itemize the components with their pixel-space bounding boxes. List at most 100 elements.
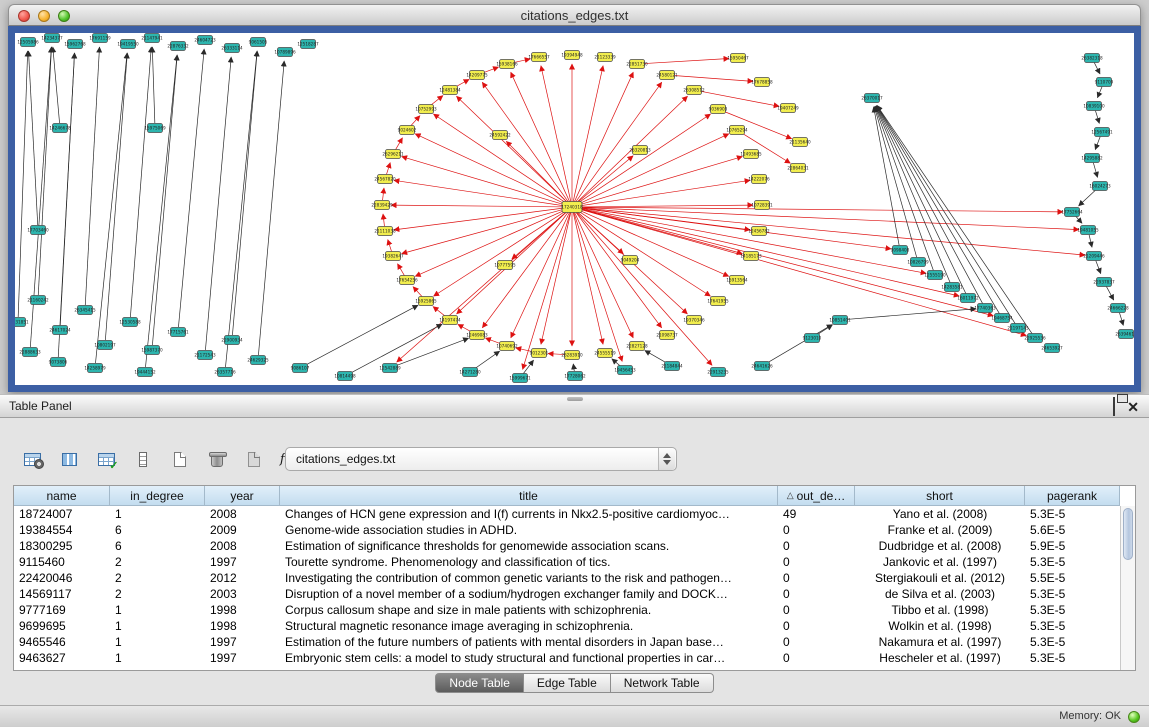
- network-node[interactable]: 22925536: [1024, 334, 1046, 343]
- network-node[interactable]: 9098408: [891, 246, 910, 255]
- network-node[interactable]: 24617024: [49, 326, 71, 335]
- vertical-scrollbar[interactable]: [1120, 506, 1135, 670]
- network-node[interactable]: 14185173: [740, 252, 762, 261]
- network-node[interactable]: 12542889: [379, 364, 401, 373]
- network-node[interactable]: 12555190: [924, 271, 946, 280]
- network-node[interactable]: 14209775: [466, 71, 488, 80]
- network-node[interactable]: 12469083: [466, 331, 488, 340]
- table-row[interactable]: 946554611997Estimation of the future num…: [14, 634, 1135, 650]
- network-node[interactable]: 10728391: [751, 201, 773, 210]
- network-node[interactable]: 10826799: [907, 258, 929, 267]
- network-node[interactable]: 26308512: [683, 86, 705, 95]
- network-node[interactable]: 15987370: [141, 346, 163, 355]
- tab-node-table[interactable]: Node Table: [435, 673, 524, 693]
- network-node[interactable]: 16011972: [957, 294, 979, 303]
- network-node[interactable]: 24567820: [374, 175, 396, 184]
- network-node[interactable]: 17740363: [974, 304, 996, 313]
- network-node[interactable]: 19456453: [614, 366, 636, 375]
- network-node[interactable]: 19444152: [134, 368, 156, 377]
- network-node[interactable]: 26370017: [861, 94, 883, 103]
- network-node[interactable]: 15962768: [64, 40, 86, 49]
- network-node[interactable]: 26345415: [74, 306, 96, 315]
- network-node[interactable]: 17654256: [396, 276, 418, 285]
- network-node[interactable]: 17752664: [1061, 208, 1083, 217]
- network-node[interactable]: 26296211: [382, 150, 404, 159]
- network-node[interactable]: 9110709: [1095, 78, 1114, 87]
- network-node[interactable]: 24666228: [1107, 304, 1129, 313]
- column-header-short[interactable]: short: [855, 486, 1025, 506]
- network-node[interactable]: 24604723: [194, 36, 216, 45]
- network-node[interactable]: 24592422: [489, 131, 511, 140]
- network-node[interactable]: 21147941: [141, 34, 163, 43]
- network-node[interactable]: 12567491: [1091, 128, 1113, 137]
- network-node[interactable]: 15975069: [144, 124, 166, 133]
- table-row[interactable]: 1872400712008Changes of HCN gene express…: [14, 506, 1135, 522]
- network-node[interactable]: 17691159: [89, 34, 111, 43]
- show-columns-button[interactable]: [55, 445, 83, 473]
- table-mode-button[interactable]: [18, 445, 46, 473]
- network-node[interactable]: 12530588: [119, 318, 141, 327]
- network-node[interactable]: 19370346: [683, 316, 705, 325]
- network-node[interactable]: 21135640: [789, 138, 811, 147]
- table-row[interactable]: 977716911998Corpus callosum shape and si…: [14, 602, 1135, 618]
- network-node[interactable]: 22913235: [707, 368, 729, 377]
- network-node[interactable]: 19481055: [1077, 226, 1099, 235]
- network-node[interactable]: 24629325: [247, 356, 269, 365]
- network-node[interactable]: 21160242: [27, 296, 49, 305]
- network-node[interactable]: 17678858: [751, 78, 773, 87]
- network-node[interactable]: 15925865: [415, 297, 437, 306]
- column-header-year[interactable]: year: [205, 486, 280, 506]
- delete-column-button[interactable]: [203, 445, 231, 473]
- network-node[interactable]: 10839100: [1083, 102, 1105, 111]
- new-column-button[interactable]: [166, 445, 194, 473]
- network-node[interactable]: 14258979: [84, 364, 106, 373]
- network-node[interactable]: 9036903: [709, 105, 728, 114]
- network-node[interactable]: 22827128: [626, 342, 648, 351]
- network-node[interactable]: 21123339: [594, 53, 616, 62]
- table-panel-header[interactable]: Table Panel ✕: [0, 394, 1149, 418]
- float-panel-button[interactable]: [1113, 398, 1115, 416]
- import-table-button[interactable]: [240, 445, 268, 473]
- network-node[interactable]: 9012301: [530, 349, 549, 358]
- network-node[interactable]: 17240318: [561, 202, 583, 213]
- network-node[interactable]: 17641955: [707, 297, 729, 306]
- network-node[interactable]: 12481384: [439, 86, 461, 95]
- network-node[interactable]: 22839429: [371, 201, 393, 210]
- network-node[interactable]: 10765294: [726, 126, 748, 135]
- network-node[interactable]: 26333114: [221, 44, 243, 53]
- network-node[interactable]: 19394948: [561, 51, 583, 60]
- network-node[interactable]: 22900934: [221, 336, 243, 345]
- network-node[interactable]: 19382647: [382, 252, 404, 261]
- network-node[interactable]: 14271280: [459, 368, 481, 377]
- network-node[interactable]: 21209446: [1083, 252, 1105, 261]
- network-node[interactable]: 15999671: [509, 374, 531, 383]
- table-selector-dropdown[interactable]: citations_edges.txt: [285, 447, 677, 471]
- network-node[interactable]: 22864031: [787, 164, 809, 173]
- network-node[interactable]: 14222076: [748, 175, 770, 184]
- network-node[interactable]: 19419550: [117, 40, 139, 49]
- network-node[interactable]: 12493685: [740, 150, 762, 159]
- network-node[interactable]: 9061505: [249, 38, 268, 47]
- zoom-window-button[interactable]: [58, 10, 70, 22]
- network-node[interactable]: 9086107: [291, 364, 310, 373]
- table-row[interactable]: 1938455462009Genome-wide association stu…: [14, 522, 1135, 538]
- network-canvas[interactable]: 17240318 10728391 12456782 14185173 15913564…: [15, 33, 1134, 385]
- network-node[interactable]: 26394619: [1115, 330, 1134, 339]
- minimize-window-button[interactable]: [38, 10, 50, 22]
- network-node[interactable]: 22937837: [1093, 278, 1115, 287]
- network-node[interactable]: 12456782: [748, 227, 770, 236]
- close-window-button[interactable]: [18, 10, 30, 22]
- network-node[interactable]: 9073806: [49, 358, 68, 367]
- network-node[interactable]: 26283910: [561, 351, 583, 360]
- network-node[interactable]: 15913564: [726, 276, 748, 285]
- column-header-name[interactable]: name: [14, 486, 110, 506]
- tab-network-table[interactable]: Network Table: [611, 673, 714, 693]
- network-node[interactable]: 10802197: [94, 341, 116, 350]
- network-node[interactable]: 21184844: [661, 362, 683, 371]
- table-row[interactable]: 2242004622012Investigating the contribut…: [14, 570, 1135, 586]
- network-node[interactable]: 17666557: [528, 53, 550, 62]
- network-node[interactable]: 15950467: [727, 54, 749, 63]
- table-row[interactable]: 1456911722003Disruption of a novel membe…: [14, 586, 1135, 602]
- network-node[interactable]: 10740692: [496, 342, 518, 351]
- table-row[interactable]: 911546021997Tourette syndrome. Phenomeno…: [14, 554, 1135, 570]
